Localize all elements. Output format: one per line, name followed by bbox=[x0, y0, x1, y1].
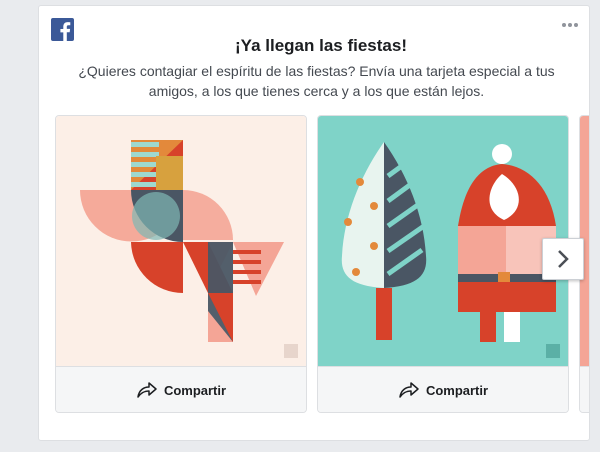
tree-santa-card-artwork[interactable] bbox=[318, 116, 568, 366]
greeting-card-carousel: Compartir Compartir bbox=[55, 115, 589, 413]
chevron-right-icon bbox=[558, 250, 569, 268]
share-arrow-icon bbox=[399, 382, 419, 398]
more-options-icon[interactable] bbox=[561, 21, 579, 29]
carousel-slide-joy[interactable]: Compartir bbox=[55, 115, 307, 413]
carousel-next-button[interactable] bbox=[542, 238, 584, 280]
holiday-card: ¡Ya llegan las fiestas! ¿Quieres contagi… bbox=[38, 5, 590, 441]
share-button[interactable]: Compartir bbox=[56, 366, 306, 412]
share-arrow-icon bbox=[137, 382, 157, 398]
share-button-label: Compartir bbox=[163, 382, 227, 398]
card-title: ¡Ya llegan las fiestas! bbox=[235, 36, 407, 55]
share-button[interactable]: Compartir bbox=[318, 366, 568, 412]
joy-card-artwork[interactable] bbox=[56, 116, 306, 366]
share-button-label: Compartir bbox=[425, 382, 489, 398]
next-slide-footer bbox=[580, 366, 589, 412]
carousel-slide-tree-santa[interactable]: Compartir bbox=[317, 115, 569, 413]
card-subtitle: ¿Quieres contagiar el espíritu de las fi… bbox=[78, 63, 555, 99]
